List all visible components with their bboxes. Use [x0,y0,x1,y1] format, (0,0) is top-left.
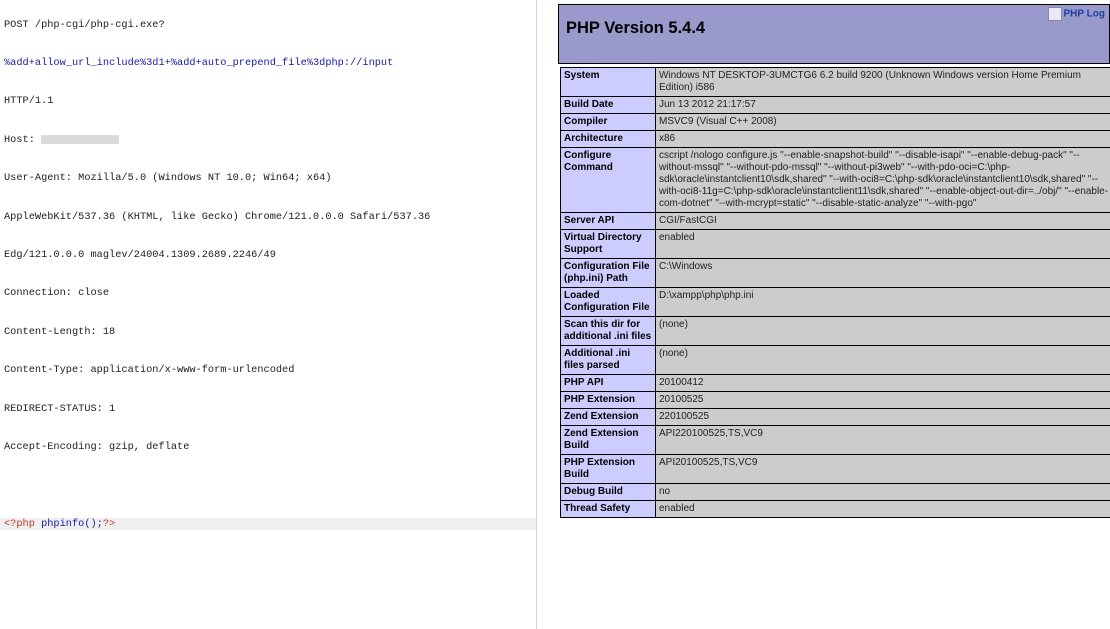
request-line-protocol: HTTP/1.1 [4,95,54,108]
phpinfo-row-key: Additional .ini files parsed [560,345,656,375]
phpinfo-row-value: MSVC9 (Visual C++ 2008) [655,113,1110,131]
phpinfo-row-key: PHP API [560,374,656,392]
phpinfo-row: Debug Build no [560,483,1110,501]
phpinfo-row-key: Debug Build [560,483,656,501]
php-logo-broken-image[interactable]: PHP Log [1047,7,1105,21]
phpinfo-row-key: Compiler [560,113,656,131]
phpinfo-row-key: Architecture [560,130,656,148]
phpinfo-row-value: (none) [655,316,1110,346]
redacted-host-value [41,134,120,144]
connection-header: Connection: close [4,287,110,300]
phpinfo-row: System Windows NT DESKTOP-3UMCTG6 6.2 bui… [560,67,1110,97]
phpinfo-row-key: Build Date [560,96,656,114]
phpinfo-row: Thread Safety enabled [560,500,1110,518]
phpinfo-row-value: 220100525 [655,408,1110,426]
phpinfo-row-key: Server API [560,212,656,230]
phpinfo-row-key: PHP Extension [560,391,656,409]
phpinfo-row: Compiler MSVC9 (Visual C++ 2008) [560,113,1110,131]
phpinfo-row: Architecture x86 [560,130,1110,148]
phpinfo-row: Build Date Jun 13 2012 21:17:57 [560,96,1110,114]
phpinfo-row-key: Scan this dir for additional .ini files [560,316,656,346]
phpinfo-row-value: 20100525 [655,391,1110,409]
phpinfo-table: System Windows NT DESKTOP-3UMCTG6 6.2 bui… [560,67,1110,518]
phpinfo-row-key: Zend Extension Build [560,425,656,455]
phpinfo-row-key: Zend Extension [560,408,656,426]
phpinfo-row: Loaded Configuration File D:\xampp\php\ph… [560,287,1110,317]
host-header-line: Host: [0,134,536,147]
phpinfo-row: Configure Command cscript /nologo configu… [560,147,1110,213]
user-agent-header-1: User-Agent: Mozilla/5.0 (Windows NT 10.0… [4,172,332,185]
raw-request[interactable]: POST /php-cgi/php-cgi.exe? %add+allow_ur… [0,0,536,556]
phpinfo-row-value: Windows NT DESKTOP-3UMCTG6 6.2 build 920… [655,67,1110,97]
phpinfo-row-value: enabled [655,229,1110,259]
phpinfo-row-value: Jun 13 2012 21:17:57 [655,96,1110,114]
host-header-label: Host: [4,133,42,146]
phpinfo-row: Additional .ini files parsed (none) [560,345,1110,375]
user-agent-header-2: AppleWebKit/537.36 (KHTML, like Gecko) C… [4,210,431,223]
phpinfo-row: PHP Extension Build API20100525,TS,VC9 [560,454,1110,484]
php-logo-alt-text: PHP Log [1063,8,1105,20]
redirect-status-header: REDIRECT-STATUS: 1 [4,402,116,415]
php-open-tag: <?php [4,517,42,530]
phpinfo-row: Zend Extension Build API220100525,TS,VC9 [560,425,1110,455]
phpinfo-row-value: no [655,483,1110,501]
response-render-pane[interactable]: PHP Version 5.4.4 PHP Log System Windows … [548,0,1110,629]
phpinfo-row: Configuration File (php.ini) Path C:\Wind… [560,258,1110,288]
phpinfo-row-key: Configuration File (php.ini) Path [560,258,656,288]
request-line-method: POST /php-cgi/php-cgi.exe? [4,18,165,31]
request-body-line: <?php phpinfo();?> [0,517,536,531]
phpinfo-header: PHP Version 5.4.4 PHP Log [558,4,1110,64]
phpinfo-row: Virtual Directory Support enabled [560,229,1110,259]
phpinfo-row-key: PHP Extension Build [560,454,656,484]
php-close-tag: ?> [102,517,116,530]
phpinfo-row: PHP API 20100412 [560,374,1110,392]
request-editor-pane[interactable]: POST /php-cgi/php-cgi.exe? %add+allow_ur… [0,0,537,629]
request-line-query: %add+allow_url_include%3d1+%add+auto_pre… [4,56,394,69]
phpinfo-row-key: Thread Safety [560,500,656,518]
phpinfo-row-value: x86 [655,130,1110,148]
phpinfo-row-value: 20100412 [655,374,1110,392]
content-type-header: Content-Type: application/x-www-form-url… [4,364,295,377]
phpinfo-row-key: System [560,67,656,97]
phpinfo-row-value: API20100525,TS,VC9 [655,454,1110,484]
phpinfo-row-value: API220100525,TS,VC9 [655,425,1110,455]
phpinfo-row-value: D:\xampp\php\php.ini [655,287,1110,317]
php-version-title: PHP Version 5.4.4 [566,19,706,37]
accept-encoding-header: Accept-Encoding: gzip, deflate [4,440,190,453]
content-length-header: Content-Length: 18 [4,325,116,338]
phpinfo-row: Scan this dir for additional .ini files(… [560,316,1110,346]
phpinfo-row-value: C:\Windows [655,258,1110,288]
phpinfo-row: Server API CGI/FastCGI [560,212,1110,230]
phpinfo-row: Zend Extension 220100525 [560,408,1110,426]
phpinfo-row-value: enabled [655,500,1110,518]
phpinfo-row-key: Configure Command [560,147,656,213]
phpinfo-row-key: Loaded Configuration File [560,287,656,317]
phpinfo-row-value: cscript /nologo configure.js "--enable-s… [655,147,1110,213]
phpinfo-row-value: (none) [655,345,1110,375]
user-agent-header-3: Edg/121.0.0.0 maglev/24004.1309.2689.224… [4,248,276,261]
broken-image-icon [1047,7,1062,21]
phpinfo-row-key: Virtual Directory Support [560,229,656,259]
phpinfo-row-value: CGI/FastCGI [655,212,1110,230]
php-function-call: phpinfo(); [41,517,103,530]
phpinfo-row: PHP Extension 20100525 [560,391,1110,409]
